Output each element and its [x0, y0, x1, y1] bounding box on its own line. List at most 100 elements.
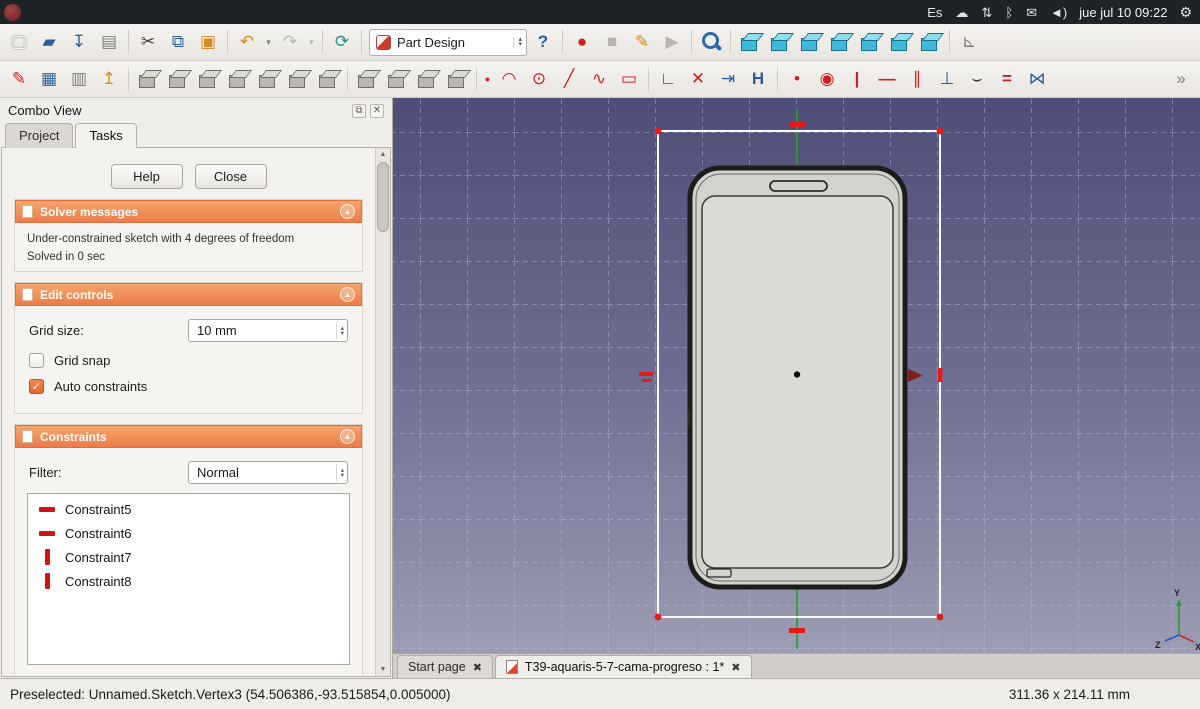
- constrain-coincident-icon[interactable]: •: [783, 65, 811, 93]
- groove-icon[interactable]: [314, 65, 342, 93]
- close-tab-icon[interactable]: ✖: [473, 661, 482, 674]
- edit-sketch-icon[interactable]: ▦: [35, 65, 63, 93]
- speaker-slot[interactable]: [770, 181, 827, 191]
- macro-edit-icon[interactable]: ✎: [628, 28, 656, 56]
- new-file-icon[interactable]: ▢: [5, 28, 33, 56]
- constraints-header[interactable]: Constraints ▲: [15, 425, 362, 448]
- measure-icon[interactable]: ⊾: [955, 28, 983, 56]
- constrain-equal-icon[interactable]: =: [993, 65, 1021, 93]
- save-icon[interactable]: ↧: [65, 28, 93, 56]
- constraint-item[interactable]: Constraint6: [28, 521, 349, 545]
- network-updown-icon[interactable]: ⇅: [981, 6, 992, 19]
- macro-stop-icon[interactable]: ■: [598, 28, 626, 56]
- redo-menu-icon[interactable]: ▾: [306, 28, 317, 56]
- external-geometry-icon[interactable]: H: [744, 65, 772, 93]
- linear-pattern-icon[interactable]: [383, 65, 411, 93]
- zoom-fit-icon[interactable]: [697, 28, 725, 56]
- create-sketch-icon[interactable]: ✎: [5, 65, 33, 93]
- mail-icon[interactable]: ✉: [1026, 6, 1037, 19]
- mdi-tab-document[interactable]: T39-aquaris-5-7-cama-progreso : 1* ✖: [495, 655, 752, 678]
- constrain-parallel-icon[interactable]: ∥: [903, 65, 931, 93]
- clock[interactable]: jue jul 10 09:22: [1079, 5, 1167, 20]
- 3d-viewport[interactable]: Y X Z: [393, 98, 1200, 653]
- collapse-section-icon[interactable]: ▲: [340, 287, 355, 302]
- panel-float-icon[interactable]: ⧉: [352, 104, 366, 118]
- constrain-symmetric-icon[interactable]: ⋈: [1023, 65, 1051, 93]
- trim-icon[interactable]: ✕: [684, 65, 712, 93]
- workbench-spinner-icon[interactable]: ▴▾: [513, 37, 522, 47]
- sketch-vertex-bottomright[interactable]: [937, 614, 944, 621]
- keyboard-layout-indicator[interactable]: Es: [927, 6, 942, 19]
- spinbox-arrows-icon[interactable]: ▴▾: [336, 322, 344, 339]
- constrain-tangent-icon[interactable]: ⌣: [963, 65, 991, 93]
- solver-messages-header[interactable]: Solver messages ▲: [15, 200, 362, 223]
- axonometric-view-icon[interactable]: [736, 28, 764, 56]
- map-sketch-icon[interactable]: ▥: [65, 65, 93, 93]
- combobox-arrows-icon[interactable]: ▴▾: [336, 464, 344, 481]
- leave-sketch-icon[interactable]: ↥: [95, 65, 123, 93]
- symmetry-marker-top[interactable]: [789, 122, 805, 127]
- constraint-item[interactable]: Constraint7: [28, 545, 349, 569]
- sketch-canvas[interactable]: Y X Z: [393, 98, 1200, 653]
- macro-play-icon[interactable]: ▶: [658, 28, 686, 56]
- sketch-vertex-topright[interactable]: [937, 128, 944, 135]
- right-view-icon[interactable]: [826, 28, 854, 56]
- whatsthis-icon[interactable]: ?: [529, 28, 557, 56]
- tab-project[interactable]: Project: [5, 123, 73, 148]
- panel-close-icon[interactable]: ✕: [370, 104, 384, 118]
- fillet-icon[interactable]: ∟: [654, 65, 682, 93]
- line-icon[interactable]: ╱: [555, 65, 583, 93]
- edit-controls-header[interactable]: Edit controls ▲: [15, 283, 362, 306]
- constrain-horizontal-icon[interactable]: ―: [873, 65, 901, 93]
- session-menu-gear-icon[interactable]: ⚙: [1179, 4, 1192, 21]
- constraint-item[interactable]: Constraint8: [28, 569, 349, 593]
- grid-snap-checkbox[interactable]: [29, 353, 44, 368]
- left-view-icon[interactable]: [916, 28, 944, 56]
- circle-icon[interactable]: ⊙: [525, 65, 553, 93]
- auto-constraints-checkbox[interactable]: ✓: [29, 379, 44, 394]
- volume-icon[interactable]: ◄): [1050, 6, 1067, 19]
- constraint-item[interactable]: Constraint5: [28, 497, 349, 521]
- polyline-icon[interactable]: ∿: [585, 65, 613, 93]
- rear-view-icon[interactable]: [856, 28, 884, 56]
- additive-pipe-icon[interactable]: [224, 65, 252, 93]
- redo-icon[interactable]: ↷: [276, 28, 304, 56]
- pad-icon[interactable]: [134, 65, 162, 93]
- close-button[interactable]: Close: [195, 164, 267, 189]
- multitransform-icon[interactable]: [443, 65, 471, 93]
- sketch-vertex-topleft[interactable]: [655, 128, 662, 135]
- constrain-point-on-object-icon[interactable]: ◉: [813, 65, 841, 93]
- bluetooth-icon[interactable]: ᛒ: [1005, 6, 1013, 19]
- polar-pattern-icon[interactable]: [413, 65, 441, 93]
- open-file-icon[interactable]: ▰: [35, 28, 63, 56]
- scrollbar-up-icon[interactable]: ▲: [377, 148, 389, 161]
- symmetry-marker-right[interactable]: [938, 368, 943, 382]
- scrollbar-thumb[interactable]: [377, 162, 389, 232]
- collapse-section-icon[interactable]: ▲: [340, 429, 355, 444]
- panel-scrollbar[interactable]: ▲ ▼: [375, 148, 390, 676]
- sketch-vertex-bottomleft[interactable]: [655, 614, 662, 621]
- print-icon[interactable]: ▤: [95, 28, 123, 56]
- cut-icon[interactable]: ✂: [134, 28, 162, 56]
- symmetry-marker-left[interactable]: [639, 372, 653, 376]
- macro-record-icon[interactable]: ●: [568, 28, 596, 56]
- help-button[interactable]: Help: [111, 164, 183, 189]
- symmetry-marker-left-2[interactable]: [642, 379, 652, 382]
- grid-size-spinbox[interactable]: 10 mm ▴▾: [188, 319, 348, 342]
- point-icon[interactable]: ●: [482, 65, 493, 93]
- constrain-vertical-icon[interactable]: |: [843, 65, 871, 93]
- collapse-section-icon[interactable]: ▲: [340, 204, 355, 219]
- refresh-icon[interactable]: ⟳: [328, 28, 356, 56]
- mdi-tab-start-page[interactable]: Start page ✖: [397, 655, 493, 678]
- undo-menu-icon[interactable]: ▾: [263, 28, 274, 56]
- constrain-perpendicular-icon[interactable]: ⊥: [933, 65, 961, 93]
- origin-point[interactable]: [794, 371, 800, 377]
- copy-icon[interactable]: ⧉: [164, 28, 192, 56]
- arc-icon[interactable]: ◠: [495, 65, 523, 93]
- bottom-view-icon[interactable]: [886, 28, 914, 56]
- hole-icon[interactable]: [284, 65, 312, 93]
- front-view-icon[interactable]: [766, 28, 794, 56]
- tab-tasks[interactable]: Tasks: [75, 123, 136, 148]
- constraint-filter-select[interactable]: Normal ▴▾: [188, 461, 348, 484]
- extend-icon[interactable]: ⇥: [714, 65, 742, 93]
